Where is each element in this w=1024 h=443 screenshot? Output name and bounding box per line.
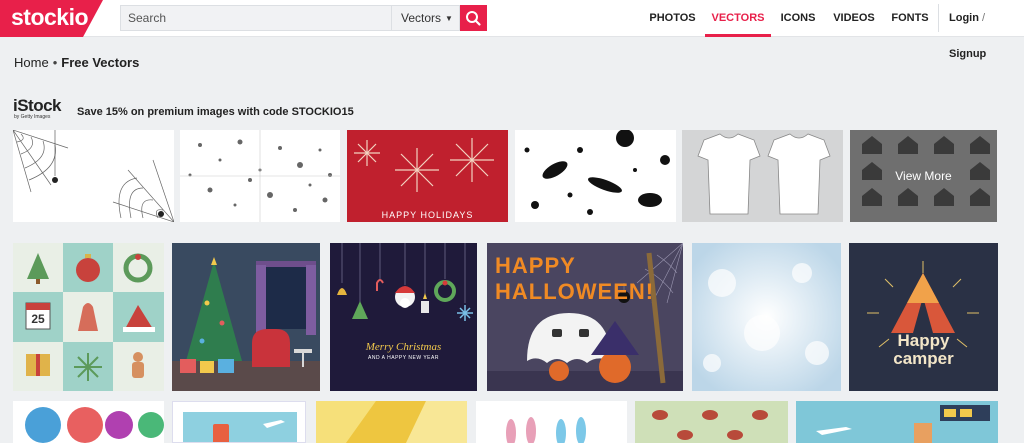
halloween-title-line1: HAPPY — [495, 253, 576, 278]
istock-tile-tshirts[interactable] — [682, 130, 843, 222]
nav-icons[interactable]: ICONS — [777, 0, 819, 37]
vector-tile-birds[interactable] — [635, 401, 788, 443]
grunge-texture-image — [180, 130, 340, 222]
nav-divider — [938, 4, 939, 32]
camper-title-line1: Happy — [897, 331, 950, 350]
breadcrumb: Home • Free Vectors — [14, 55, 139, 70]
gem-icons-image — [25, 407, 164, 443]
istock-tile-holidays[interactable]: HAPPY HOLIDAYS — [347, 130, 508, 222]
caret-down-icon: ▼ — [445, 14, 453, 23]
istock-tile-splatter[interactable] — [515, 130, 676, 222]
birds-pattern-image — [652, 410, 768, 440]
airport-image — [816, 405, 990, 443]
category-select[interactable]: Vectors ▼ — [401, 6, 453, 30]
signup-link[interactable]: Signup — [949, 48, 986, 60]
nav-videos[interactable]: VIDEOS — [829, 0, 879, 37]
calendar-number: 25 — [31, 312, 45, 326]
easter-bunny-image — [506, 417, 586, 443]
christmas-ornaments-image — [337, 243, 473, 321]
auth-separator: / — [982, 12, 986, 24]
istock-brand: iStock — [13, 96, 62, 115]
yellow-polygon-image — [316, 401, 467, 443]
snowflakes-image — [354, 138, 494, 192]
ink-splatter-image — [524, 130, 670, 215]
logo-text: stockio — [11, 4, 89, 30]
christmas-room-image — [172, 243, 320, 391]
halloween-title-line2: HALLOWEEN! — [495, 279, 655, 304]
travel-image — [183, 412, 297, 442]
stockio-logo[interactable]: stockio — [0, 0, 103, 37]
camper-title-line2: camper — [893, 349, 954, 368]
istock-tile-view-more[interactable]: View More — [850, 130, 997, 222]
vector-tile-easter-bunny[interactable] — [476, 401, 627, 443]
vector-tile-happy-halloween[interactable]: HAPPY HALLOWEEN! — [487, 243, 683, 391]
vector-tile-christmas-icons[interactable]: 25 — [13, 243, 164, 391]
search-bar: Vectors▼ — [120, 5, 460, 31]
category-select-label: Vectors — [401, 11, 442, 25]
vector-tile-bokeh[interactable] — [692, 243, 841, 391]
auth-links: Login / Signup — [949, 0, 1024, 60]
breadcrumb-home[interactable]: Home — [14, 55, 49, 70]
holiday-label: HAPPY HOLIDAYS — [381, 210, 474, 220]
vector-tile-airport[interactable] — [796, 401, 998, 443]
breadcrumb-separator: • — [52, 55, 58, 70]
nav-photos[interactable]: PHOTOS — [645, 0, 700, 37]
tshirt-mockup-image — [697, 133, 831, 215]
istock-brand-sub: by Getty Images — [14, 114, 51, 120]
vector-tile-happy-camper[interactable]: Happy camper — [849, 243, 998, 391]
vector-tile-yellow-polygon[interactable] — [316, 401, 467, 443]
merry-christmas-title: Merry Christmas — [365, 341, 442, 353]
bokeh-background-image — [692, 243, 841, 391]
vector-tile-christmas-room[interactable] — [172, 243, 320, 391]
vector-tile-merry-christmas[interactable]: Merry Christmas AND A HAPPY NEW YEAR — [330, 243, 477, 391]
istock-tile-grunge[interactable] — [180, 130, 340, 222]
istock-logo[interactable]: iStock by Getty Images — [13, 96, 71, 124]
istock-tile-spiderweb[interactable] — [13, 130, 174, 222]
top-header: stockio Vectors▼ PHOTOS VECTORS ICONS VI… — [0, 0, 1024, 60]
nav-vectors[interactable]: VECTORS — [705, 0, 771, 37]
login-link[interactable]: Login — [949, 12, 979, 24]
search-divider — [391, 6, 392, 30]
nav-fonts[interactable]: FONTS — [888, 0, 932, 37]
search-input[interactable] — [121, 6, 391, 30]
search-button[interactable] — [460, 5, 487, 31]
merry-christmas-subtitle: AND A HAPPY NEW YEAR — [368, 355, 439, 361]
search-icon — [466, 11, 481, 26]
view-more-label[interactable]: View More — [850, 130, 997, 222]
breadcrumb-current: Free Vectors — [61, 55, 140, 70]
promo-text: Save 15% on premium images with code STO… — [77, 106, 354, 118]
vector-tile-travel[interactable] — [172, 401, 306, 443]
vector-tile-gem-icons[interactable] — [13, 401, 164, 443]
spiderweb-image — [13, 130, 174, 222]
